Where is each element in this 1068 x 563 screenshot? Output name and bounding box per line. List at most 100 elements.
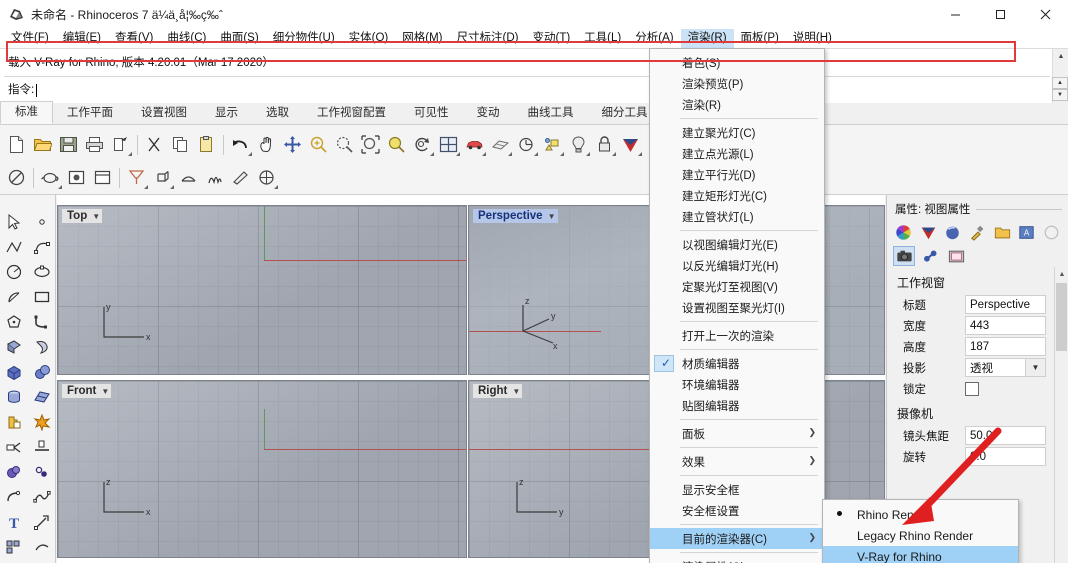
command-spinner[interactable]: ▲ ▼: [1052, 77, 1068, 101]
viewport-label-perspective[interactable]: Perspective ▼: [473, 209, 558, 223]
cut-scissors-icon[interactable]: [142, 132, 167, 157]
lock-icon[interactable]: [592, 132, 617, 157]
ellipse-icon[interactable]: [28, 259, 56, 284]
boolean-union-icon[interactable]: [0, 459, 28, 484]
point-cloud-icon[interactable]: [540, 132, 565, 157]
join-icon[interactable]: [0, 434, 28, 459]
properties-scrollbar[interactable]: ▲: [1054, 267, 1068, 563]
explode-icon[interactable]: [202, 165, 227, 190]
chevron-down-icon[interactable]: ▼: [512, 387, 520, 396]
close-button[interactable]: [1023, 0, 1068, 28]
paste-icon[interactable]: [194, 132, 219, 157]
vray-shield-icon[interactable]: [618, 132, 643, 157]
box-solid-icon[interactable]: [0, 359, 28, 384]
viewport-label-right[interactable]: Right ▼: [473, 384, 523, 398]
surface-from-curves-icon[interactable]: [0, 334, 28, 359]
render-menu-item-11[interactable]: 以反光编辑灯光(H): [650, 255, 824, 276]
boolean-split-icon[interactable]: [28, 459, 56, 484]
menu-item-3[interactable]: 曲线(C): [160, 29, 213, 48]
rotate-view-icon[interactable]: [410, 132, 435, 157]
scrollbar-thumb[interactable]: [1056, 283, 1067, 351]
command-scrollbar[interactable]: ▲ ▲ ▼: [1052, 49, 1068, 104]
render-menu-item-4[interactable]: 建立聚光灯(C): [650, 122, 824, 143]
render-menu-item-26[interactable]: 安全框设置: [650, 500, 824, 521]
export-icon[interactable]: [108, 132, 133, 157]
render-menu-item-23[interactable]: 效果 ❯: [650, 451, 824, 472]
rectangle-icon[interactable]: [28, 284, 56, 309]
render-menu-item-19[interactable]: 贴图编辑器: [650, 395, 824, 416]
fillet-icon[interactable]: [0, 484, 28, 509]
viewport-label-front[interactable]: Front ▼: [62, 384, 112, 398]
frame-icon[interactable]: [945, 246, 967, 266]
property-value[interactable]: 透视 ▼: [965, 358, 1046, 377]
property-value[interactable]: 0.0: [965, 447, 1046, 466]
array-icon[interactable]: [0, 534, 28, 559]
arc-icon[interactable]: [0, 284, 28, 309]
viewport-layout-icon[interactable]: [436, 132, 461, 157]
menu-item-9[interactable]: 变动(T): [525, 29, 577, 48]
sphere-boolean-icon[interactable]: [28, 359, 56, 384]
folder-icon[interactable]: [992, 222, 1013, 242]
curve-interp-icon[interactable]: [28, 309, 56, 334]
render-menu-item-25[interactable]: 显示安全框: [650, 479, 824, 500]
command-prompt-row[interactable]: 指令:: [4, 79, 1050, 101]
clock-sun-icon[interactable]: [514, 132, 539, 157]
car-render-icon[interactable]: [462, 132, 487, 157]
menu-item-14[interactable]: 说明(H): [786, 29, 839, 48]
menu-item-5[interactable]: 细分物件(U): [266, 29, 342, 48]
property-value[interactable]: 443: [965, 316, 1046, 335]
render-menu-item-18[interactable]: 环境编辑器: [650, 374, 824, 395]
pan-hand-icon[interactable]: [254, 132, 279, 157]
more-icon[interactable]: [28, 534, 56, 559]
minimize-button[interactable]: [933, 0, 978, 28]
circle-icon[interactable]: [0, 259, 28, 284]
toolbar-tab-7[interactable]: 变动: [463, 103, 514, 124]
material-sphere-icon[interactable]: [942, 222, 963, 242]
window-frame-icon[interactable]: [90, 165, 115, 190]
move-arrows-icon[interactable]: [280, 132, 305, 157]
link-icon[interactable]: [919, 246, 941, 266]
menu-item-4[interactable]: 曲面(S): [213, 29, 265, 48]
render-menu-item-5[interactable]: 建立点光源(L): [650, 143, 824, 164]
trim-icon[interactable]: [28, 434, 56, 459]
menu-item-2[interactable]: 查看(V): [108, 29, 160, 48]
surface-patch-icon[interactable]: [28, 384, 56, 409]
menu-item-0[interactable]: 文件(F): [4, 29, 56, 48]
render-menu-item-8[interactable]: 建立管状灯(L): [650, 206, 824, 227]
polygon-icon[interactable]: [0, 309, 28, 334]
menu-item-1[interactable]: 编辑(E): [56, 29, 108, 48]
blend-curve-icon[interactable]: [28, 484, 56, 509]
point-icon[interactable]: [28, 209, 56, 234]
puzzle-icon[interactable]: [0, 409, 28, 434]
cylinder-icon[interactable]: [0, 384, 28, 409]
menu-item-7[interactable]: 网格(M): [395, 29, 449, 48]
scale-icon[interactable]: [28, 509, 56, 534]
zoom-in-icon[interactable]: [306, 132, 331, 157]
control-point-curve-icon[interactable]: [28, 234, 56, 259]
menu-item-10[interactable]: 工具(L): [577, 29, 628, 48]
menu-item-6[interactable]: 实体(O): [342, 29, 396, 48]
render-menu-item-10[interactable]: 以视图编辑灯光(E): [650, 234, 824, 255]
scroll-up-arrow[interactable]: ▲: [1053, 49, 1068, 63]
explode-star-icon[interactable]: [28, 409, 56, 434]
zoom-selected-icon[interactable]: [384, 132, 409, 157]
chevron-down-icon[interactable]: ▼: [548, 212, 556, 221]
renderer-option-0[interactable]: Rhino Render: [823, 504, 1018, 525]
vray-shield-icon[interactable]: [918, 222, 939, 242]
spinner-up[interactable]: ▲: [1052, 77, 1068, 89]
render-menu-item-1[interactable]: 渲染预览(P): [650, 73, 824, 94]
toolbar-tab-4[interactable]: 选取: [252, 103, 303, 124]
box-edit-icon[interactable]: [150, 165, 175, 190]
perspective-frustum-icon[interactable]: [124, 165, 149, 190]
teapot-icon[interactable]: [38, 165, 63, 190]
select-arrow-icon[interactable]: [0, 209, 28, 234]
copy-icon[interactable]: [168, 132, 193, 157]
polyline-icon[interactable]: [0, 234, 28, 259]
toolbar-tab-3[interactable]: 显示: [201, 103, 252, 124]
render-menu-item-30[interactable]: 渲染属性(O)...: [650, 556, 824, 563]
viewport-label-top[interactable]: Top ▼: [62, 209, 103, 223]
no-snap-icon[interactable]: [4, 165, 29, 190]
menu-item-12[interactable]: 渲染(R): [680, 28, 734, 48]
text-tool-icon[interactable]: T: [0, 509, 28, 534]
spinner-down[interactable]: ▼: [1052, 89, 1068, 101]
